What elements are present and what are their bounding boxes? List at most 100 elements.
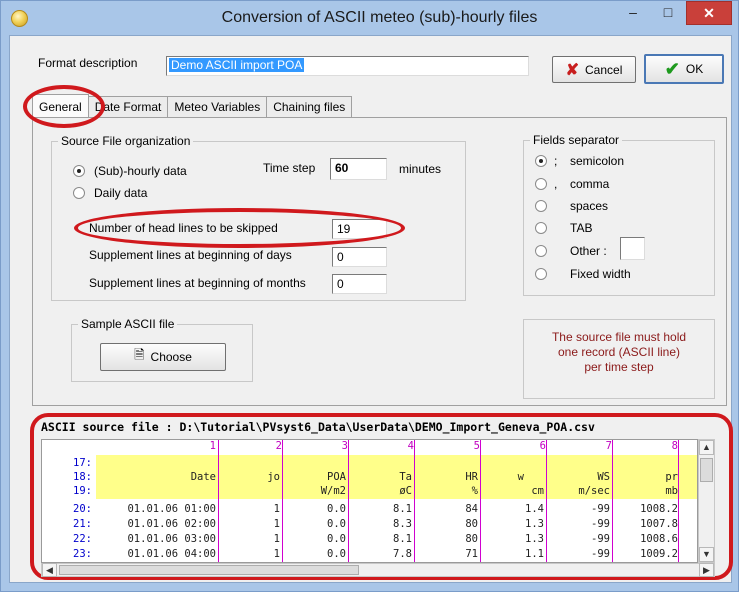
minimize-button[interactable]: – xyxy=(618,1,648,25)
timestep-input[interactable]: 60 xyxy=(330,158,387,180)
note-line: one record (ASCII line) xyxy=(557,345,681,359)
title-bar[interactable]: Conversion of ASCII meteo (sub)-hourly f… xyxy=(1,1,738,35)
data-cell: -99 xyxy=(591,503,610,515)
separator-comma-radio[interactable] xyxy=(535,178,547,190)
column-number: 1 xyxy=(209,440,216,452)
data-cell: 1.1 xyxy=(525,548,544,560)
data-cell: 1.3 xyxy=(525,533,544,545)
column-separator xyxy=(678,440,679,562)
supp-months-label: Supplement lines at beginning of months xyxy=(89,276,306,290)
column-number: 4 xyxy=(407,440,414,452)
header-cell: POA xyxy=(327,471,346,483)
tab-date-format[interactable]: Date Format xyxy=(87,96,169,118)
hourly-radio[interactable] xyxy=(73,165,85,177)
sample-group-title: Sample ASCII file xyxy=(78,317,178,331)
tab-meteo-variables[interactable]: Meteo Variables xyxy=(167,96,268,118)
header-cell: pr xyxy=(665,471,678,483)
ok-check-icon: ✔ xyxy=(664,58,680,79)
separator-semicolon-radio[interactable] xyxy=(535,155,547,167)
source-group-title: Source File organization xyxy=(58,134,194,148)
column-number: 3 xyxy=(341,440,348,452)
unit-cell: mb xyxy=(665,485,678,497)
separator-other-input[interactable] xyxy=(620,237,645,260)
separator-tab-label: TAB xyxy=(570,221,593,235)
data-cell: 1 xyxy=(273,548,280,560)
data-cell: 1.4 xyxy=(525,503,544,515)
column-number: 6 xyxy=(539,440,546,452)
horizontal-scroll-thumb[interactable] xyxy=(59,565,359,575)
data-cell: 8.1 xyxy=(393,533,412,545)
separator-spaces-label: spaces xyxy=(570,199,609,213)
choose-button-label: Choose xyxy=(150,350,192,364)
data-cell: 80 xyxy=(465,518,478,530)
separator-other-radio[interactable] xyxy=(535,245,547,257)
data-cell: 1007.8 xyxy=(640,518,678,530)
data-cell: 1009.2 xyxy=(640,548,678,560)
head-lines-input[interactable]: 19 xyxy=(332,219,387,239)
tab-chaining-files[interactable]: Chaining files xyxy=(266,96,353,118)
line-number: 18: xyxy=(73,471,92,483)
cancel-button-label: Cancel xyxy=(585,62,623,77)
unit-cell: øC xyxy=(399,485,412,497)
data-cell: 1 xyxy=(273,518,280,530)
format-description-value: Demo ASCII import POA xyxy=(169,58,305,72)
data-cell: 7.8 xyxy=(393,548,412,560)
data-cell: -99 xyxy=(591,533,610,545)
daily-radio[interactable] xyxy=(73,187,85,199)
choose-button[interactable]: 🗎 Choose xyxy=(100,343,226,371)
supp-months-input[interactable]: 0 xyxy=(332,274,387,294)
ascii-file-grid[interactable]: 1 2 3 4 5 6 7 8 17: 18: 19: Date jo POA … xyxy=(41,439,698,563)
data-cell: 1 xyxy=(273,533,280,545)
tab-strip: General Date Format Meteo Variables Chai… xyxy=(32,94,353,118)
scroll-up-icon[interactable]: ▲ xyxy=(699,440,714,455)
unit-cell: W/m2 xyxy=(320,485,346,497)
scroll-right-icon[interactable]: ▶ xyxy=(699,563,714,577)
line-number: 20: xyxy=(73,503,92,515)
line-number: 19: xyxy=(73,485,92,497)
column-number: 7 xyxy=(605,440,612,452)
timestep-label: Time step xyxy=(263,161,316,175)
separator-semicolon-key: ; xyxy=(554,154,558,168)
data-cell: 0.0 xyxy=(327,548,346,560)
close-button[interactable]: ✕ xyxy=(686,1,732,25)
separator-fixed-width-radio[interactable] xyxy=(535,268,547,280)
separator-comma-key: , xyxy=(554,177,558,191)
vertical-scrollbar[interactable]: ▲ ▼ xyxy=(698,439,715,563)
data-cell: 8.3 xyxy=(393,518,412,530)
conversion-window: Conversion of ASCII meteo (sub)-hourly f… xyxy=(0,0,739,592)
ok-button[interactable]: ✔ OK xyxy=(644,54,724,84)
data-cell: -99 xyxy=(591,518,610,530)
separator-tab-radio[interactable] xyxy=(535,222,547,234)
timestep-unit-label: minutes xyxy=(399,162,442,176)
header-cell: WS xyxy=(597,471,610,483)
column-number: 5 xyxy=(473,440,480,452)
cancel-button[interactable]: ✘ Cancel xyxy=(552,56,636,83)
separator-semicolon-label: semicolon xyxy=(570,154,625,168)
ok-button-label: OK xyxy=(685,62,704,76)
data-cell: 0.0 xyxy=(327,503,346,515)
separator-comma-label: comma xyxy=(570,177,610,191)
data-cell: 8.1 xyxy=(393,503,412,515)
data-cell: 01.01.06 03:00 xyxy=(127,533,216,545)
horizontal-scrollbar[interactable]: ◀ ▶ xyxy=(41,563,715,577)
head-lines-label: Number of head lines to be skipped xyxy=(89,221,278,235)
supp-days-input[interactable]: 0 xyxy=(332,247,387,267)
data-cell: 71 xyxy=(465,548,478,560)
hourly-label: (Sub)-hourly data xyxy=(94,164,187,178)
maximize-button[interactable]: □ xyxy=(653,1,683,25)
header-cell: jo xyxy=(267,471,280,483)
separator-spaces-radio[interactable] xyxy=(535,200,547,212)
header-cell: Date xyxy=(190,471,216,483)
unit-cell: % xyxy=(471,485,478,497)
scroll-down-icon[interactable]: ▼ xyxy=(699,547,714,562)
data-cell: 1008.2 xyxy=(640,503,678,515)
scroll-left-icon[interactable]: ◀ xyxy=(42,563,57,577)
separator-fixed-width-label: Fixed width xyxy=(570,267,631,281)
format-description-field[interactable]: Demo ASCII import POA xyxy=(166,56,529,76)
vertical-scroll-thumb[interactable] xyxy=(700,458,713,482)
data-cell: 01.01.06 02:00 xyxy=(127,518,216,530)
data-cell: 0.0 xyxy=(327,533,346,545)
note-line: The source file must hold xyxy=(551,330,687,344)
tab-general[interactable]: General xyxy=(32,94,89,118)
header-cell: HR xyxy=(465,471,478,483)
